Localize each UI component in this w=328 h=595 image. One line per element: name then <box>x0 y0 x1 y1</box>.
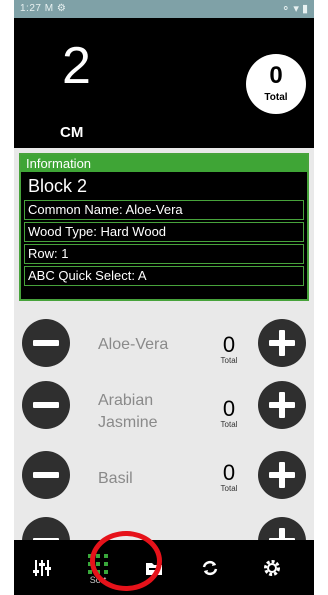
status-time: 1:27 M ⚙ <box>20 3 67 14</box>
unit-label: CM <box>60 124 84 141</box>
list-item: Basil 0 Total <box>14 446 314 506</box>
increment-button[interactable] <box>258 319 306 367</box>
counter-header: 2 CM 0 Total <box>14 18 314 148</box>
block-label: Block 2 <box>28 176 88 196</box>
item-total-label: Total <box>220 356 238 365</box>
status-bar: 1:27 M ⚙ ⚬ ▾ ▮ <box>14 0 314 18</box>
item-total-label: Total <box>220 420 238 429</box>
nav-settings[interactable] <box>244 540 300 595</box>
nav-filters[interactable] <box>14 540 70 595</box>
information-panel: Information Block 2 Common Name: Aloe-Ve… <box>19 153 309 301</box>
item-name: Aloe-Vera <box>98 336 169 353</box>
app-frame: 1:27 M ⚙ ⚬ ▾ ▮ 2 CM 0 Total Information … <box>14 0 314 595</box>
common-name: Common Name: Aloe-Vera <box>24 200 304 220</box>
highlight-annotation <box>90 531 162 591</box>
increment-button[interactable] <box>258 381 306 429</box>
minus-icon <box>33 472 59 478</box>
decrement-button[interactable] <box>22 381 70 429</box>
item-name: Arabian Jasmine <box>98 392 158 431</box>
gear-icon <box>264 560 280 576</box>
bottom-nav: Sort <box>14 540 314 595</box>
status-icons: ⚬ ▾ ▮ <box>281 3 308 15</box>
sliders-icon <box>33 560 51 576</box>
total-label: Total <box>264 92 288 103</box>
minus-icon <box>33 402 59 408</box>
plant-list: Aloe-Vera 0 Total Arabian Jasmine 0 Tota… <box>14 306 314 565</box>
item-count: 0 <box>222 396 236 421</box>
item-count: 0 <box>222 460 236 485</box>
item-total-label: Total <box>220 484 238 493</box>
item-count: 0 <box>222 332 236 357</box>
list-item: Aloe-Vera 0 Total <box>14 314 314 374</box>
sync-icon <box>202 560 218 576</box>
decrement-button[interactable] <box>22 451 70 499</box>
row-number: Row: 1 <box>24 244 304 264</box>
minus-icon <box>33 340 59 346</box>
list-item: Arabian Jasmine 0 Total <box>14 376 314 436</box>
total-value: 0 <box>269 62 283 89</box>
decrement-button[interactable] <box>22 319 70 367</box>
increment-button[interactable] <box>258 451 306 499</box>
current-count: 2 <box>62 37 91 95</box>
information-header: Information <box>21 155 307 172</box>
abc-quick-select[interactable]: ABC Quick Select: A <box>24 266 304 286</box>
wood-type: Wood Type: Hard Wood <box>24 222 304 242</box>
nav-sync[interactable] <box>182 540 238 595</box>
item-name: Basil <box>98 470 133 487</box>
total-badge[interactable]: 0 Total <box>246 54 306 114</box>
